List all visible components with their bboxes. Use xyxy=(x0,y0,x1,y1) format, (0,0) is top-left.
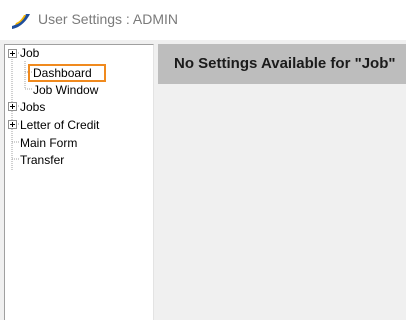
tree-expand-letter-of-credit-icon[interactable] xyxy=(8,120,17,129)
tree-item-job-window[interactable]: Job Window xyxy=(33,83,98,97)
settings-panel: No Settings Available for "Job" xyxy=(158,44,406,320)
tree-item-transfer[interactable]: Transfer xyxy=(20,153,64,167)
window-title: User Settings : ADMIN xyxy=(38,11,179,27)
tree-item-letter-of-credit[interactable]: Letter of Credit xyxy=(20,118,99,132)
tree-expand-job-icon[interactable] xyxy=(8,49,17,58)
no-settings-message: No Settings Available for "Job" xyxy=(174,55,396,72)
settings-tree[interactable]: Job Dashboard Job Window Jobs Letter of … xyxy=(4,44,154,320)
app-logo-icon xyxy=(12,14,30,29)
tree-item-jobs[interactable]: Jobs xyxy=(20,100,45,114)
tree-expand-jobs-icon[interactable] xyxy=(8,102,17,111)
tree-item-job[interactable]: Job xyxy=(20,46,39,60)
settings-panel-header: No Settings Available for "Job" xyxy=(158,44,406,84)
tree-item-main-form[interactable]: Main Form xyxy=(20,136,77,150)
tree-item-dashboard[interactable]: Dashboard xyxy=(33,66,92,80)
title-bar: User Settings : ADMIN xyxy=(0,0,406,40)
